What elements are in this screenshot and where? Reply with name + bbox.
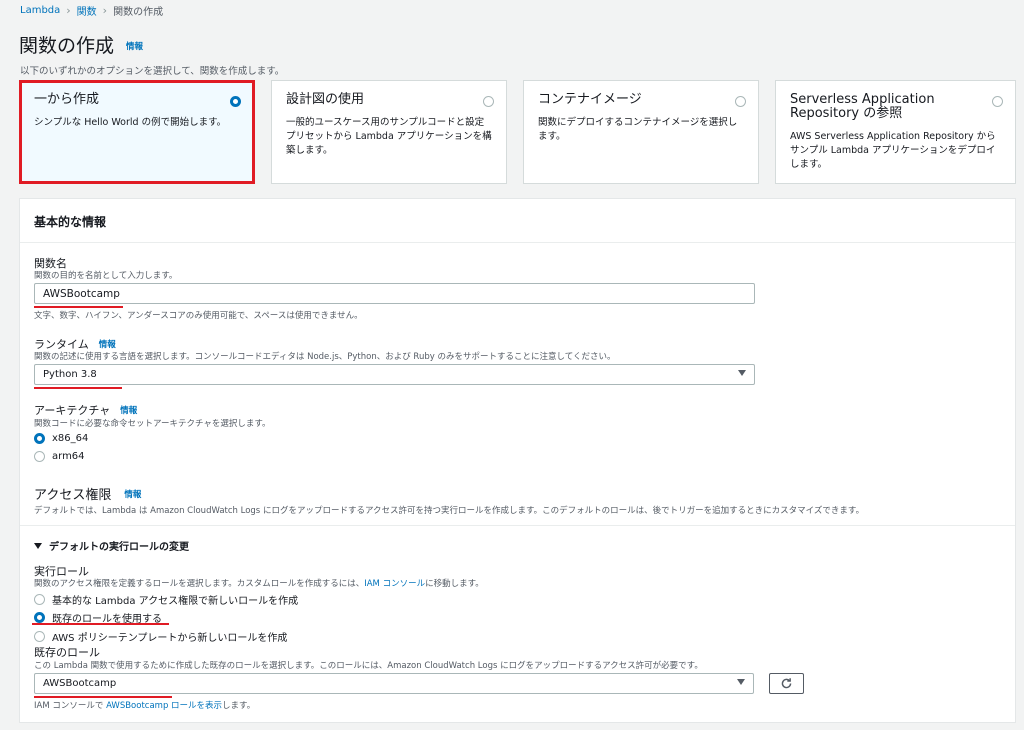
annotation-underline: [32, 623, 169, 625]
breadcrumb-functions[interactable]: 関数: [77, 3, 97, 18]
existing-role-value: AWSBootcamp: [43, 678, 117, 689]
access-label-row: アクセス権限 情報: [34, 484, 141, 503]
annotation-underline: [34, 696, 172, 698]
runtime-select-value: Python 3.8: [43, 369, 97, 380]
option-description: 関数にデプロイするコンテナイメージを選択します。: [538, 117, 738, 142]
radio-button[interactable]: [34, 451, 45, 462]
create-options: 一から作成 シンプルな Hello World の例で開始します。 設計図の使用…: [19, 80, 1016, 186]
radio-label: 基本的な Lambda アクセス権限で新しいロールを作成: [52, 596, 299, 607]
access-hint: デフォルトでは、Lambda は Amazon CloudWatch Logs …: [34, 506, 865, 516]
page-subtitle: 以下のいずれかのオプションを選択して、関数を作成します。: [20, 66, 285, 77]
page-title-row: 関数の作成 情報: [19, 31, 143, 58]
existing-role-footer: IAM コンソールで AWSBootcamp ロールを表示します。: [34, 699, 255, 711]
existing-role-select[interactable]: AWSBootcamp: [34, 673, 754, 694]
option-title: 一から作成: [34, 92, 100, 107]
radio-button[interactable]: [34, 631, 45, 642]
runtime-hint: 関数の記述に使用する言語を選択します。コンソールコードエディタは Node.js…: [34, 352, 616, 362]
option-card-serverless-repo[interactable]: Serverless Application Repository の参照 AW…: [775, 80, 1016, 184]
option-card-blueprint[interactable]: 設計図の使用 一般的ユースケース用のサンプルコードと設定プリセットから Lamb…: [271, 80, 507, 184]
option-title: 設計図の使用: [286, 92, 365, 107]
expander-label: デフォルトの実行ロールの変更: [49, 542, 189, 553]
chevron-right-icon: ›: [102, 4, 108, 17]
option-card-author-from-scratch[interactable]: 一から作成 シンプルな Hello World の例で開始します。: [19, 80, 255, 184]
existing-role-footer-text: IAM コンソールで: [34, 701, 107, 711]
change-default-role-expander[interactable]: デフォルトの実行ロールの変更: [34, 538, 189, 553]
caret-down-icon: [34, 542, 42, 549]
radio-button[interactable]: [34, 433, 45, 444]
radio-button[interactable]: [34, 612, 45, 623]
arch-hint: 関数コードに必要な命令セットアーキテクチャを選択します。: [34, 419, 271, 429]
option-radio[interactable]: [483, 96, 494, 107]
breadcrumb-current: 関数の作成: [113, 7, 164, 18]
arch-option-x86[interactable]: x86_64: [34, 433, 88, 444]
basic-info-panel: 基本的な情報 関数名 関数の目的を名前として入力します。 AWSBootcamp…: [19, 198, 1016, 723]
breadcrumb: Lambda › 関数 › 関数の作成: [20, 3, 163, 18]
exec-role-option-new-basic[interactable]: 基本的な Lambda アクセス権限で新しいロールを作成: [34, 592, 298, 607]
option-radio[interactable]: [735, 96, 746, 107]
option-description: AWS Serverless Application Repository から…: [790, 131, 996, 170]
function-name-input[interactable]: AWSBootcamp: [34, 283, 755, 304]
function-name-hint: 関数の目的を名前として入力します。: [34, 271, 178, 281]
function-name-constraint: 文字、数字、ハイフン、アンダースコアのみ使用可能で、スペースは使用できません。: [34, 311, 363, 321]
runtime-info-link[interactable]: 情報: [99, 338, 116, 350]
arch-label: アーキテクチャ: [34, 404, 111, 417]
radio-label: x86_64: [52, 433, 89, 444]
divider: [20, 525, 1015, 526]
annotation-underline: [34, 387, 122, 389]
arch-info-link[interactable]: 情報: [120, 404, 137, 416]
access-info-link[interactable]: 情報: [124, 488, 141, 500]
exec-role-hint-text: 関数のアクセス権限を定義するロールを選択します。カスタムロールを作成するには、: [34, 579, 365, 589]
existing-role-hint: この Lambda 関数で使用するために作成した既存のロールを選択します。このロ…: [34, 661, 703, 671]
caret-down-icon: [737, 679, 745, 685]
radio-label: arm64: [52, 451, 85, 462]
radio-label: AWS ポリシーテンプレートから新しいロールを作成: [52, 633, 288, 644]
arch-label-row: アーキテクチャ 情報: [34, 402, 137, 418]
chevron-right-icon: ›: [66, 4, 71, 17]
exec-role-option-policy-template[interactable]: AWS ポリシーテンプレートから新しいロールを作成: [34, 629, 287, 644]
option-radio[interactable]: [992, 96, 1003, 107]
caret-down-icon: [738, 370, 746, 376]
panel-title: 基本的な情報: [34, 215, 107, 229]
exec-role-hint-text-end: に移動します。: [425, 579, 484, 589]
option-description: 一般的ユースケース用のサンプルコードと設定プリセットから Lambda アプリケ…: [286, 117, 492, 156]
option-radio[interactable]: [230, 96, 241, 107]
panel-header: 基本的な情報: [20, 199, 1015, 243]
option-title: コンテナイメージ: [538, 92, 642, 107]
arch-option-arm64[interactable]: arm64: [34, 451, 85, 462]
option-description: シンプルな Hello World の例で開始します。: [34, 117, 227, 128]
annotation-underline: [34, 306, 123, 308]
view-role-link[interactable]: AWSBootcamp ロールを表示: [106, 701, 222, 711]
breadcrumb-lambda[interactable]: Lambda: [20, 5, 60, 16]
refresh-button[interactable]: [769, 673, 804, 694]
radio-button[interactable]: [34, 594, 45, 605]
access-label: アクセス権限: [34, 488, 112, 503]
page-title: 関数の作成: [19, 35, 115, 57]
runtime-select[interactable]: Python 3.8: [34, 364, 755, 385]
iam-console-link[interactable]: IAM コンソール: [364, 579, 425, 589]
existing-role-footer-end: します。: [222, 701, 256, 711]
refresh-icon: [781, 678, 792, 689]
info-link[interactable]: 情報: [126, 40, 143, 52]
exec-role-hint: 関数のアクセス権限を定義するロールを選択します。カスタムロールを作成するには、I…: [34, 577, 484, 589]
existing-role-label: 既存のロール: [34, 646, 100, 659]
option-title: Serverless Application Repository の参照: [790, 92, 935, 121]
option-card-container-image[interactable]: コンテナイメージ 関数にデプロイするコンテナイメージを選択します。: [523, 80, 759, 184]
